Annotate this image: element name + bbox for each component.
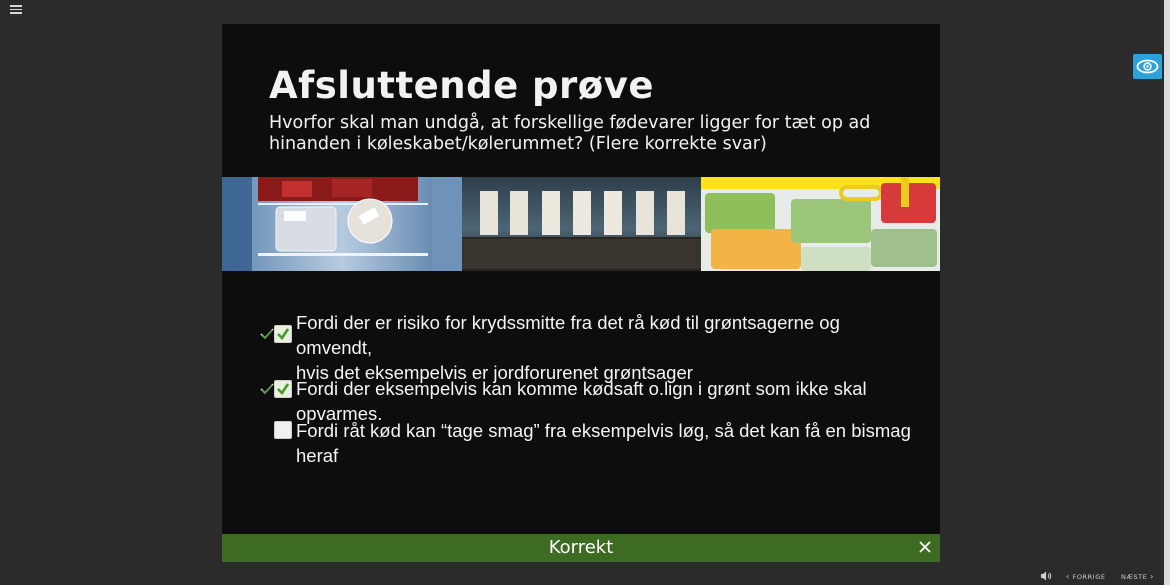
previous-button[interactable]: ‹ FORRIGE <box>1066 572 1106 581</box>
close-icon[interactable] <box>918 540 932 554</box>
chevron-right-icon: › <box>1150 572 1154 581</box>
scrollbar[interactable] <box>1164 0 1170 585</box>
correct-check-icon <box>260 383 274 395</box>
accessibility-eye-button[interactable] <box>1133 54 1162 79</box>
photo-strip <box>222 177 940 271</box>
checkbox-option-2[interactable] <box>274 380 292 398</box>
option-1-text: Fordi der er risiko for krydssmitte fra … <box>296 310 916 385</box>
checkbox-option-1[interactable] <box>274 325 292 343</box>
checkmark-icon <box>277 383 290 396</box>
question-text: Hvorfor skal man undgå, at forskellige f… <box>269 113 871 154</box>
food-containers-photo <box>701 177 940 271</box>
volume-icon[interactable] <box>1040 571 1052 581</box>
menu-icon[interactable] <box>10 5 22 15</box>
option-1-line-1: Fordi der er risiko for krydssmitte fra … <box>296 312 840 358</box>
feedback-banner: Korrekt <box>222 534 940 562</box>
previous-label: FORRIGE <box>1072 573 1106 581</box>
next-label: NÆSTE <box>1121 573 1148 581</box>
fridge-photo <box>222 177 462 271</box>
checkmark-icon <box>277 328 290 341</box>
slide: Afsluttende prøve Hvorfor skal man undgå… <box>222 24 940 562</box>
feedback-text: Korrekt <box>548 537 614 558</box>
option-3-text: Fordi råt kød kan “tage smag” fra eksemp… <box>296 418 916 468</box>
slide-title: Afsluttende prøve <box>269 64 654 107</box>
correct-check-icon <box>260 328 274 340</box>
checkbox-option-3[interactable] <box>274 421 292 439</box>
doors-photo <box>462 177 701 271</box>
option-3-line-1: Fordi råt kød kan “tage smag” fra eksemp… <box>296 420 911 466</box>
next-button[interactable]: NÆSTE › <box>1121 572 1154 581</box>
eye-icon <box>1136 59 1159 74</box>
chevron-left-icon: ‹ <box>1066 572 1070 581</box>
